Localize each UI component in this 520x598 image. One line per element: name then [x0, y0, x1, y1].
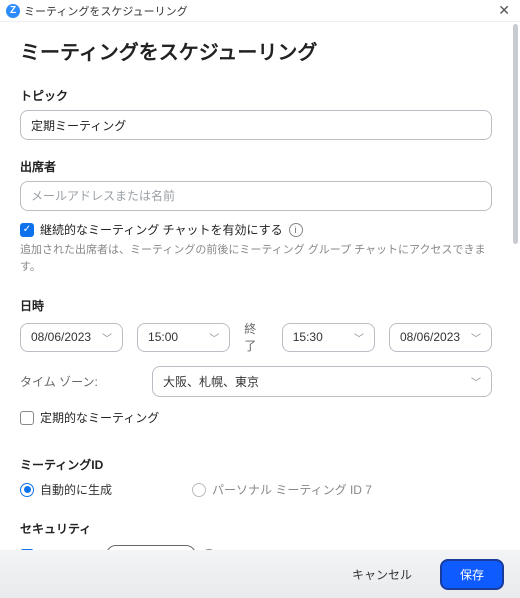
recurring-checkbox[interactable] [20, 411, 34, 425]
end-date-select[interactable]: 08/06/2023 ﹀ [389, 323, 492, 352]
chevron-down-icon: ﹀ [102, 330, 112, 345]
cancel-button[interactable]: キャンセル [336, 560, 428, 589]
window-title: ミーティングをスケジューリング [24, 3, 188, 19]
security-label: セキュリティ [20, 520, 492, 537]
chevron-down-icon: ﹀ [354, 330, 364, 345]
timezone-value: 大阪、札幌、東京 [163, 373, 259, 390]
persistent-chat-label: 継続的なミーティング チャットを有効にする [40, 221, 283, 238]
persistent-chat-checkbox[interactable] [20, 223, 34, 237]
scroll-area: ミーティングをスケジューリング トピック 出席者 継続的なミーティング チャット… [0, 22, 512, 550]
scrollbar-thumb[interactable] [513, 24, 518, 244]
timezone-select[interactable]: 大阪、札幌、東京 ﹀ [152, 366, 492, 397]
start-time-value: 15:00 [148, 330, 178, 344]
save-button[interactable]: 保存 [440, 559, 504, 590]
chevron-down-icon: ﹀ [471, 374, 481, 389]
meeting-id-auto-label: 自動的に生成 [40, 481, 112, 498]
footer: キャンセル 保存 [0, 550, 520, 598]
attendees-label: 出席者 [20, 158, 492, 175]
chevron-down-icon: ﹀ [209, 330, 219, 345]
topic-input[interactable] [20, 110, 492, 140]
end-time-select[interactable]: 15:30 ﹀ [282, 323, 375, 352]
start-date-value: 08/06/2023 [31, 330, 91, 344]
start-date-select[interactable]: 08/06/2023 ﹀ [20, 323, 123, 352]
titlebar: Z ミーティングをスケジューリング ✕ [0, 0, 520, 22]
start-time-select[interactable]: 15:00 ﹀ [137, 323, 230, 352]
meeting-id-personal-label: パーソナル ミーティング ID 7 [212, 481, 372, 498]
persistent-chat-help: 追加された出席者は、ミーティングの前後にミーティング グループ チャットにアクセ… [20, 242, 492, 275]
end-time-value: 15:30 [293, 330, 323, 344]
end-date-value: 08/06/2023 [400, 330, 460, 344]
chevron-down-icon: ﹀ [471, 330, 481, 345]
app-logo-icon: Z [6, 4, 20, 18]
meeting-id-auto-radio[interactable] [20, 483, 34, 497]
datetime-label: 日時 [20, 297, 492, 314]
close-icon[interactable]: ✕ [494, 2, 514, 19]
recurring-label: 定期的なミーティング [40, 409, 159, 426]
meeting-id-personal-radio[interactable] [192, 483, 206, 497]
meeting-id-label: ミーティングID [20, 456, 492, 473]
end-label: 終了 [244, 320, 267, 354]
topic-label: トピック [20, 87, 492, 104]
info-icon[interactable]: i [289, 223, 303, 237]
timezone-label: タイム ゾーン: [20, 373, 140, 390]
page-title: ミーティングをスケジューリング [20, 36, 492, 65]
attendees-input[interactable] [20, 181, 492, 211]
